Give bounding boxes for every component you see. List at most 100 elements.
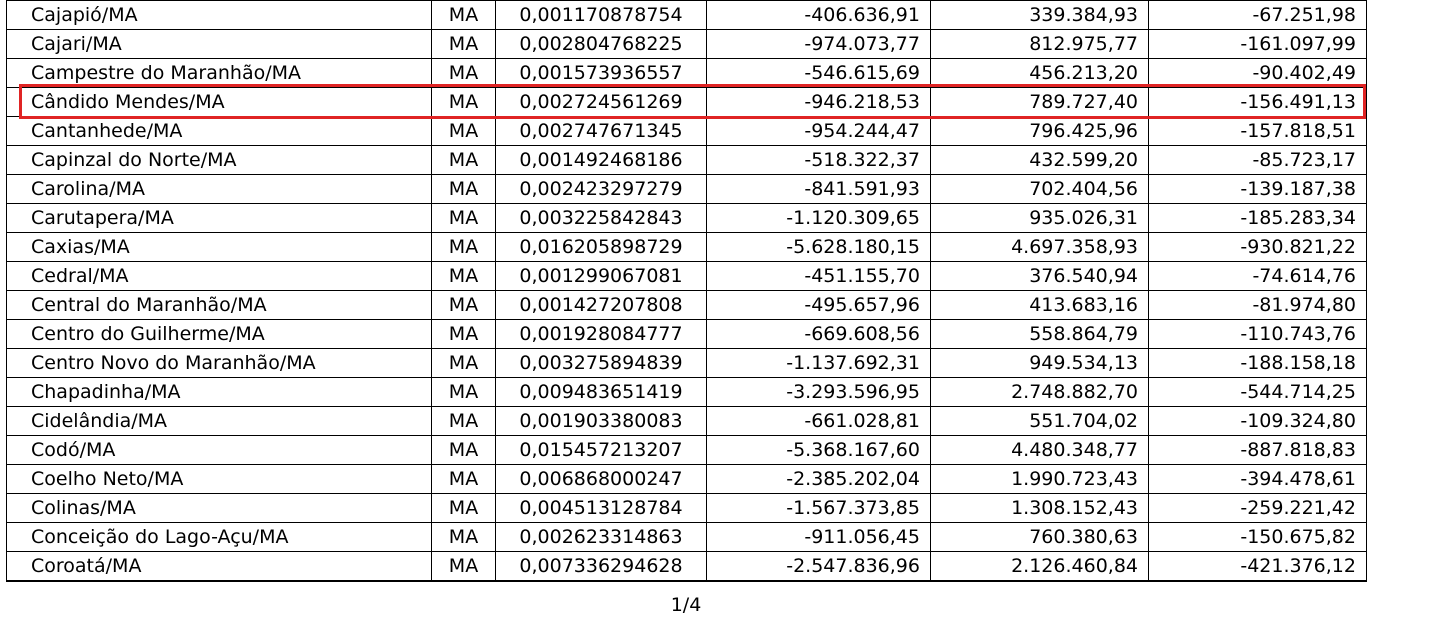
value-cell-2: 4.480.348,77 [930,435,1149,465]
value-cell-3: -157.818,51 [1148,116,1367,146]
value-cell-1: -1.137.692,31 [706,348,931,378]
state-cell: MA [431,348,496,378]
value-cell-3: -887.818,83 [1148,435,1367,465]
table-row: Coroatá/MA MA 0,007336294628 -2.547.836,96 2… [6,551,1367,582]
value-cell-2: 413.683,16 [930,290,1149,320]
state-cell: MA [431,522,496,552]
state-cell: MA [431,58,496,88]
coefficient-cell: 0,001928084777 [495,319,707,349]
value-cell-2: 376.540,94 [930,261,1149,291]
state-cell: MA [431,232,496,262]
value-cell-1: -669.608,56 [706,319,931,349]
value-cell-2: 702.404,56 [930,174,1149,204]
value-cell-3: -85.723,17 [1148,145,1367,175]
municipality-cell: Capinzal do Norte/MA [6,145,432,175]
municipality-cell: Cajari/MA [6,29,432,59]
table-row: Campestre do Maranhão/MA MA 0,001573936557… [6,58,1367,88]
value-cell-3: -188.158,18 [1148,348,1367,378]
table-row: Cândido Mendes/MA MA 0,002724561269 -946.21… [6,87,1367,117]
coefficient-cell: 0,002423297279 [495,174,707,204]
state-cell: MA [431,493,496,523]
value-cell-2: 812.975,77 [930,29,1149,59]
municipality-cell: Campestre do Maranhão/MA [6,58,432,88]
table-row: Carutapera/MA MA 0,003225842843 -1.120.309,… [6,203,1367,233]
value-cell-3: -139.187,38 [1148,174,1367,204]
table-row: Chapadinha/MA MA 0,009483651419 -3.293.596,… [6,377,1367,407]
table-row: Cantanhede/MA MA 0,002747671345 -954.244,47… [6,116,1367,146]
municipality-cell: Centro Novo do Maranhão/MA [6,348,432,378]
municipality-cell: Conceição do Lago-Açu/MA [6,522,432,552]
value-cell-1: -518.322,37 [706,145,931,175]
table-row: Cedral/MA MA 0,001299067081 -451.155,70 376.… [6,261,1367,291]
table-row: Capinzal do Norte/MA MA 0,001492468186 -518… [6,145,1367,175]
coefficient-cell: 0,001170878754 [495,0,707,30]
municipality-cell: Chapadinha/MA [6,377,432,407]
municipality-cell: Cidelândia/MA [6,406,432,436]
value-cell-1: -3.293.596,95 [706,377,931,407]
coefficient-cell: 0,006868000247 [495,464,707,494]
coefficient-cell: 0,001299067081 [495,261,707,291]
table-row: Codó/MA MA 0,015457213207 -5.368.167,60 4.48… [6,435,1367,465]
state-cell: MA [431,0,496,30]
value-cell-3: -67.251,98 [1148,0,1367,30]
state-cell: MA [431,406,496,436]
coefficient-cell: 0,015457213207 [495,435,707,465]
value-cell-1: -1.120.309,65 [706,203,931,233]
value-cell-3: -81.974,80 [1148,290,1367,320]
value-cell-3: -74.614,76 [1148,261,1367,291]
value-cell-3: -90.402,49 [1148,58,1367,88]
municipality-cell: Coelho Neto/MA [6,464,432,494]
value-cell-2: 432.599,20 [930,145,1149,175]
state-cell: MA [431,261,496,291]
table-row: Caxias/MA MA 0,016205898729 -5.628.180,15 4.… [6,232,1367,262]
value-cell-1: -911.056,45 [706,522,931,552]
value-cell-2: 1.990.723,43 [930,464,1149,494]
value-cell-2: 760.380,63 [930,522,1149,552]
value-cell-1: -5.368.167,60 [706,435,931,465]
coefficient-cell: 0,001427207808 [495,290,707,320]
municipality-cell: Coroatá/MA [6,551,432,582]
coefficient-cell: 0,009483651419 [495,377,707,407]
state-cell: MA [431,145,496,175]
state-cell: MA [431,203,496,233]
value-cell-3: -109.324,80 [1148,406,1367,436]
value-cell-1: -841.591,93 [706,174,931,204]
coefficient-cell: 0,003275894839 [495,348,707,378]
state-cell: MA [431,464,496,494]
value-cell-1: -1.567.373,85 [706,493,931,523]
value-cell-2: 551.704,02 [930,406,1149,436]
value-cell-1: -2.385.202,04 [706,464,931,494]
coefficient-cell: 0,001573936557 [495,58,707,88]
value-cell-2: 2.748.882,70 [930,377,1149,407]
coefficient-cell: 0,002623314863 [495,522,707,552]
state-cell: MA [431,29,496,59]
value-cell-3: -110.743,76 [1148,319,1367,349]
state-cell: MA [431,551,496,582]
value-cell-2: 796.425,96 [930,116,1149,146]
coefficient-cell: 0,001492468186 [495,145,707,175]
municipality-cell: Carutapera/MA [6,203,432,233]
municipality-cell: Cajapió/MA [6,0,432,30]
table-row: Cajari/MA MA 0,002804768225 -974.073,77 812.… [6,29,1367,59]
municipal-values-table: Cajapió/MA MA 0,001170878754 -406.636,91 339… [6,0,1367,582]
value-cell-1: -954.244,47 [706,116,931,146]
table-row: Carolina/MA MA 0,002423297279 -841.591,93 70… [6,174,1367,204]
value-cell-3: -156.491,13 [1148,87,1367,117]
municipality-cell: Carolina/MA [6,174,432,204]
state-cell: MA [431,319,496,349]
table-row: Centro do Guilherme/MA MA 0,001928084777 -6… [6,319,1367,349]
table-row: Cajapió/MA MA 0,001170878754 -406.636,91 339… [6,0,1367,30]
value-cell-1: -2.547.836,96 [706,551,931,582]
table-row: Colinas/MA MA 0,004513128784 -1.567.373,85 1… [6,493,1367,523]
coefficient-cell: 0,002724561269 [495,87,707,117]
value-cell-1: -661.028,81 [706,406,931,436]
value-cell-2: 1.308.152,43 [930,493,1149,523]
value-cell-1: -495.657,96 [706,290,931,320]
value-cell-3: -161.097,99 [1148,29,1367,59]
table-row: Coelho Neto/MA MA 0,006868000247 -2.385.202… [6,464,1367,494]
table-row: Central do Maranhão/MA MA 0,001427207808 -4… [6,290,1367,320]
municipality-cell: Cantanhede/MA [6,116,432,146]
value-cell-1: -451.155,70 [706,261,931,291]
coefficient-cell: 0,016205898729 [495,232,707,262]
state-cell: MA [431,435,496,465]
